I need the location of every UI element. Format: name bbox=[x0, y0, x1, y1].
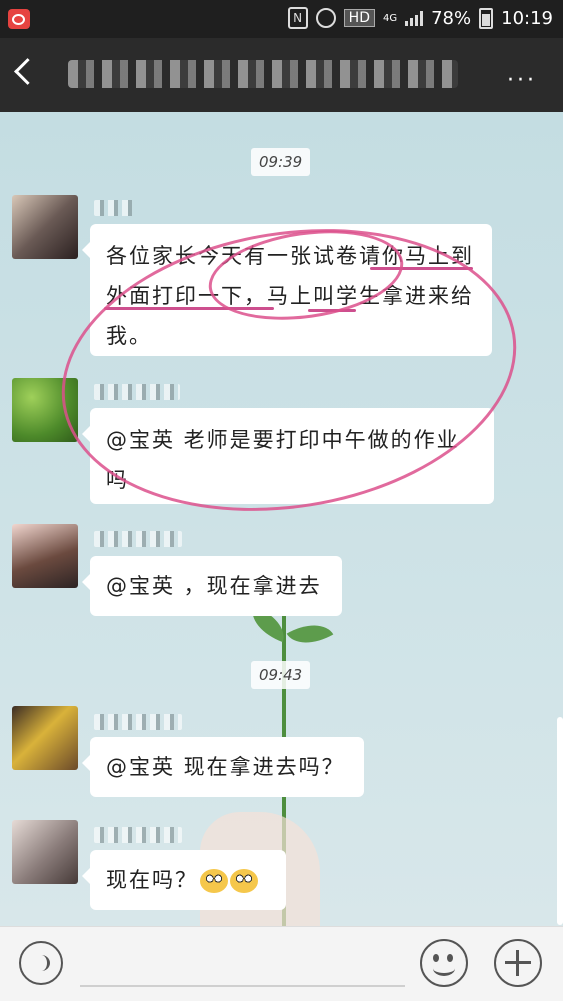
chat-title-pixelated bbox=[68, 60, 458, 88]
avatar[interactable] bbox=[12, 524, 78, 588]
status-icons: N HD 4G 78% 10:19 bbox=[287, 7, 553, 29]
nfc-icon: N bbox=[287, 7, 308, 29]
annotation-underline bbox=[104, 307, 274, 310]
sender-name-pixelated bbox=[94, 827, 182, 843]
annotation-underline bbox=[308, 309, 356, 312]
voice-icon[interactable] bbox=[19, 941, 63, 985]
sender-name-pixelated bbox=[94, 200, 134, 216]
more-options-icon[interactable]: ··· bbox=[507, 68, 537, 93]
message-input[interactable] bbox=[80, 985, 405, 987]
sender-name-pixelated bbox=[94, 384, 180, 400]
battery-percent: 78% bbox=[431, 7, 472, 29]
message-bubble[interactable]: @宝英 老师是要打印中午做的作业吗 bbox=[82, 408, 494, 504]
chat-area[interactable]: 09:39 各位家长今天有一张试卷请你马上到外面打印一下，马上叫学生拿进来给我。… bbox=[0, 112, 563, 926]
avatar[interactable] bbox=[12, 820, 78, 884]
weibo-notification-icon bbox=[8, 9, 30, 29]
sender-name-pixelated bbox=[94, 714, 182, 730]
battery-icon bbox=[479, 7, 494, 29]
background-leaf bbox=[286, 613, 334, 655]
sender-name-pixelated bbox=[94, 531, 182, 547]
message-bubble[interactable]: @宝英 现在拿进去吗？ bbox=[82, 737, 364, 797]
network-type: 4G bbox=[382, 12, 398, 24]
avatar[interactable] bbox=[12, 195, 78, 259]
message-text: 现在吗？ bbox=[106, 868, 198, 892]
message-bubble[interactable]: 各位家长今天有一张试卷请你马上到外面打印一下，马上叫学生拿进来给我。 bbox=[82, 224, 492, 356]
dizzy-emoji-icon bbox=[200, 869, 228, 893]
input-bar bbox=[0, 926, 563, 1001]
emoji-icon[interactable] bbox=[420, 939, 468, 987]
dizzy-emoji-icon bbox=[230, 869, 258, 893]
avatar[interactable] bbox=[12, 706, 78, 770]
alarm-icon bbox=[315, 8, 336, 28]
signal-icon bbox=[405, 10, 424, 26]
message-bubble[interactable]: @宝英 ，现在拿进去 bbox=[82, 556, 342, 616]
status-bar: N HD 4G 78% 10:19 bbox=[0, 0, 563, 38]
clock: 10:19 bbox=[501, 7, 553, 29]
timestamp: 09:43 bbox=[251, 661, 311, 689]
annotation-underline bbox=[370, 267, 473, 270]
avatar[interactable] bbox=[12, 378, 78, 442]
message-bubble[interactable]: 现在吗？ bbox=[82, 850, 286, 910]
scrollbar[interactable] bbox=[557, 717, 563, 925]
back-arrow-icon[interactable] bbox=[14, 58, 41, 85]
plus-icon[interactable] bbox=[494, 939, 542, 987]
timestamp: 09:39 bbox=[251, 148, 311, 176]
hd-badge: HD bbox=[343, 9, 375, 27]
chat-header: ··· bbox=[0, 38, 563, 112]
